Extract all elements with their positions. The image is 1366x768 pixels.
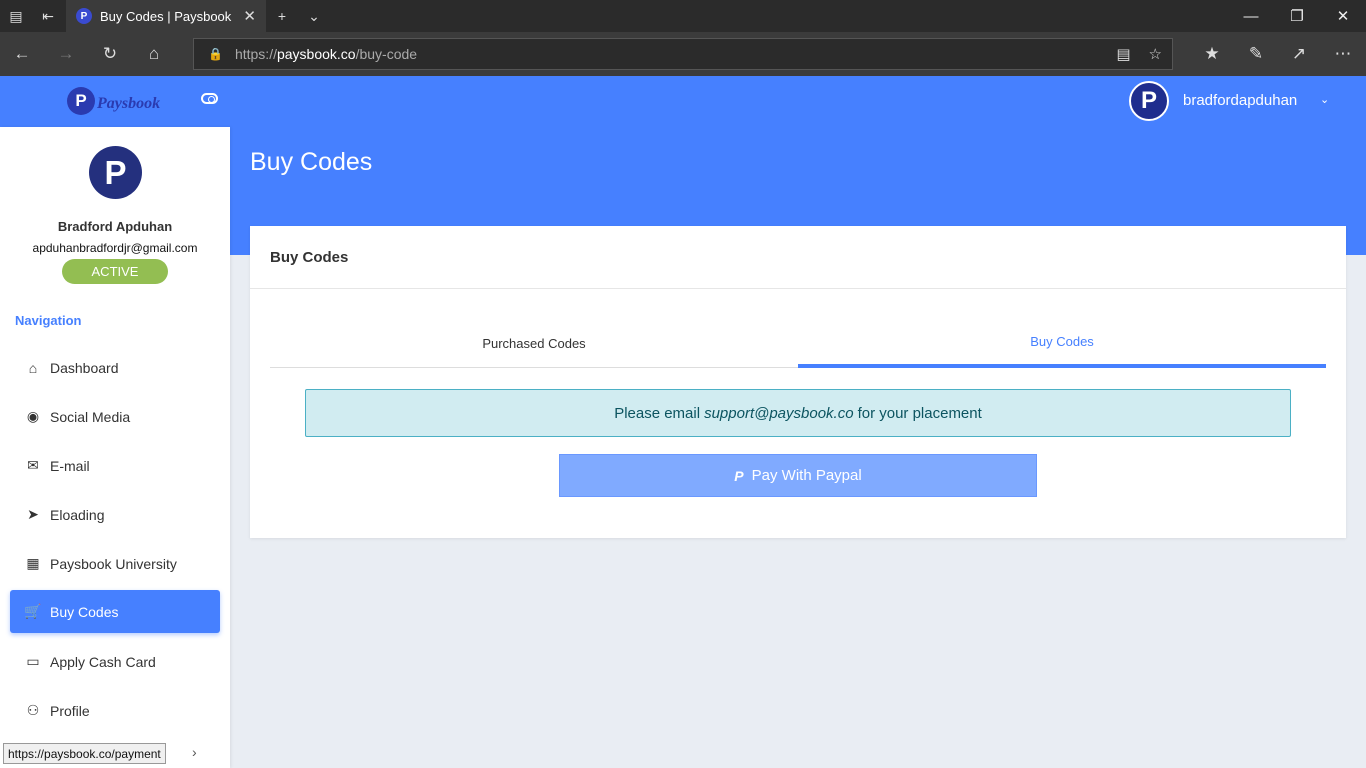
sidebar-item-label: Buy Codes bbox=[50, 603, 119, 620]
cart-icon: 🛒 bbox=[24, 603, 42, 619]
profile-email: apduhanbradfordjr@gmail.com bbox=[32, 241, 198, 255]
sidebar-item-dashboard[interactable]: ⌂ Dashboard bbox=[10, 346, 220, 389]
card-title: Buy Codes bbox=[250, 226, 1346, 289]
sidebar-item-eloading[interactable]: ➤ Eloading bbox=[10, 493, 220, 536]
paypal-button-label: Pay With Paypal bbox=[751, 467, 862, 484]
logo[interactable]: P Paysbook bbox=[67, 87, 160, 115]
url-path: /buy-code bbox=[355, 46, 418, 62]
sidebar-item-email[interactable]: ✉ E-mail bbox=[10, 444, 220, 487]
chevron-down-icon[interactable]: ⌄ bbox=[1320, 93, 1329, 106]
sidebar-item-label: Eloading bbox=[50, 506, 105, 523]
buy-codes-card: Buy Codes Purchased Codes Buy Codes Plea… bbox=[250, 226, 1346, 538]
globe-icon: ◉ bbox=[26, 408, 40, 424]
favorites-icon[interactable]: ★ bbox=[1196, 38, 1228, 70]
nav-heading: Navigation bbox=[15, 313, 82, 328]
tab-buy-codes[interactable]: Buy Codes bbox=[798, 318, 1326, 368]
sidebar-item-label: Social Media bbox=[50, 408, 131, 425]
tab-manager-icon[interactable]: ▤ bbox=[0, 0, 32, 32]
favicon-icon: P bbox=[76, 8, 92, 24]
new-tab-icon[interactable]: + bbox=[266, 0, 298, 32]
tab-title: Buy Codes | Paysbook bbox=[100, 8, 232, 24]
home-icon: ⌂ bbox=[28, 359, 38, 376]
minimize-icon[interactable]: — bbox=[1228, 0, 1274, 32]
paypal-icon: P bbox=[734, 467, 744, 484]
browser-toolbar: ← → ↻ ⌂ 🔒 https://paysbook.co/buy-code ▤… bbox=[0, 32, 1366, 76]
pen-icon[interactable]: ✎ bbox=[1240, 38, 1272, 70]
tab-purchased-codes[interactable]: Purchased Codes bbox=[270, 318, 798, 368]
browser-tab-active[interactable]: P Buy Codes | Paysbook ✕ bbox=[66, 0, 266, 32]
more-icon[interactable]: ⋯ bbox=[1327, 38, 1359, 70]
alert-prefix: Please email bbox=[614, 404, 701, 422]
reading-view-icon[interactable]: ▤ bbox=[1116, 45, 1130, 63]
window-close-icon[interactable]: ✕ bbox=[1320, 0, 1366, 32]
lock-icon: 🔒 bbox=[208, 47, 223, 61]
page-title: Buy Codes bbox=[250, 148, 373, 176]
sidebar-item-label: Apply Cash Card bbox=[50, 653, 156, 670]
sidebar-toggle-icon[interactable] bbox=[201, 93, 218, 104]
status-url-tooltip: https://paysbook.co/payment bbox=[3, 743, 166, 764]
alert-suffix: for your placement bbox=[857, 404, 982, 422]
home-icon[interactable]: ⌂ bbox=[138, 38, 170, 70]
sidebar-item-profile[interactable]: ⚇ Profile bbox=[10, 689, 220, 732]
url-host: paysbook.co bbox=[276, 46, 356, 62]
sidebar-item-label: Paysbook University bbox=[50, 555, 177, 572]
address-bar[interactable]: 🔒 https://paysbook.co/buy-code ▤ ☆ bbox=[193, 38, 1173, 70]
send-icon: ➤ bbox=[27, 506, 39, 522]
profile-name: Bradford Apduhan bbox=[57, 219, 173, 234]
sidebar-item-label: Profile bbox=[50, 702, 90, 719]
sidebar-item-apply-cash-card[interactable]: ▭ Apply Cash Card bbox=[10, 640, 220, 683]
sidebar-item-label: E-mail bbox=[50, 457, 90, 474]
mail-icon: ✉ bbox=[27, 457, 39, 473]
close-tab-icon[interactable]: ✕ bbox=[243, 7, 256, 25]
logo-mark-icon: P bbox=[67, 87, 95, 115]
card-tabs: Purchased Codes Buy Codes bbox=[270, 318, 1326, 368]
favorite-star-icon[interactable]: ☆ bbox=[1149, 45, 1162, 63]
profile-avatar: P bbox=[89, 146, 142, 199]
alert-email-link[interactable]: support@paysbook.co bbox=[704, 405, 853, 422]
forward-icon[interactable]: → bbox=[50, 38, 82, 70]
sidebar-item-university[interactable]: ▦ Paysbook University bbox=[10, 542, 220, 585]
share-icon[interactable]: ↗ bbox=[1283, 38, 1315, 70]
refresh-icon[interactable]: ↻ bbox=[94, 38, 126, 70]
pay-with-paypal-button[interactable]: P Pay With Paypal bbox=[559, 454, 1037, 497]
user-avatar[interactable]: P bbox=[1129, 81, 1169, 121]
sidebar-item-label: Dashboard bbox=[50, 359, 119, 376]
chevron-right-icon[interactable]: › bbox=[192, 744, 197, 760]
film-icon: ▦ bbox=[26, 555, 40, 571]
sidebar-item-buy-codes[interactable]: 🛒 Buy Codes bbox=[10, 590, 220, 633]
sidebar: P Bradford Apduhan apduhanbradfordjr@gma… bbox=[0, 127, 230, 768]
card-icon: ▭ bbox=[26, 653, 40, 669]
sidebar-item-social-media[interactable]: ◉ Social Media bbox=[10, 395, 220, 438]
status-badge: ACTIVE bbox=[62, 259, 168, 284]
back-icon[interactable]: ← bbox=[6, 38, 38, 70]
logo-text: Paysbook bbox=[97, 95, 161, 112]
app-header: P Paysbook P bradfordapduhan ⌄ bbox=[0, 76, 1366, 127]
user-icon: ⚇ bbox=[26, 702, 40, 718]
restore-icon[interactable]: ❐ bbox=[1274, 0, 1320, 32]
tab-list-chevron-icon[interactable]: ⌄ bbox=[298, 0, 330, 32]
browser-tab-strip: ▤ ⇤ P Buy Codes | Paysbook ✕ + ⌄ — ❐ ✕ bbox=[0, 0, 1366, 32]
set-tabs-aside-icon[interactable]: ⇤ bbox=[32, 0, 64, 32]
url-prefix: https:// bbox=[234, 46, 277, 62]
info-alert: Please email support@paysbook.co for you… bbox=[305, 389, 1291, 437]
header-username[interactable]: bradfordapduhan bbox=[1183, 92, 1297, 109]
